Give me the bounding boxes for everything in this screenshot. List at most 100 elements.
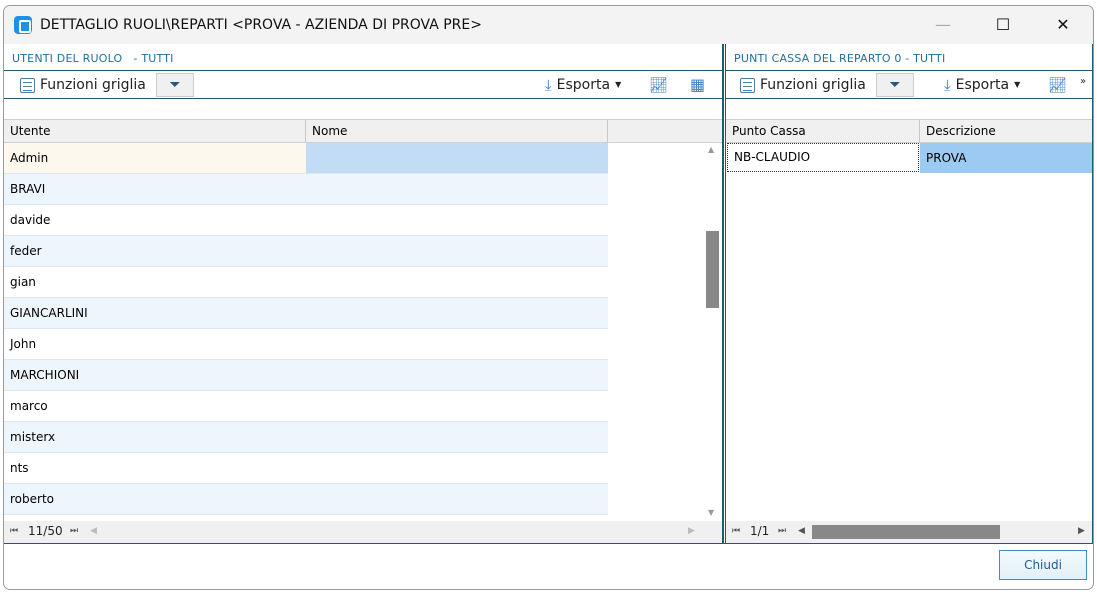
list-icon bbox=[740, 77, 755, 93]
scroll-left-icon[interactable]: ◀ bbox=[90, 526, 97, 536]
cell-utente[interactable]: misterx bbox=[4, 422, 306, 452]
page-indicator: 1/1 bbox=[750, 524, 770, 538]
cell-nome[interactable] bbox=[306, 267, 608, 297]
column-header-punto-cassa[interactable]: Punto Cassa bbox=[726, 120, 920, 143]
grid-functions-label: Funzioni griglia bbox=[40, 77, 146, 93]
export-button[interactable]: ⤓ Esporta ▼ bbox=[944, 74, 1020, 96]
filter-button[interactable]: ⏷ bbox=[156, 73, 194, 97]
table-row[interactable]: roberto bbox=[4, 484, 608, 515]
filter-button[interactable]: ⏷ bbox=[876, 73, 914, 97]
last-page-icon[interactable]: ⏭ bbox=[70, 526, 78, 536]
users-toolbar: Funzioni griglia ⏷ ⤓ Esporta ▼ 📈︎ ▦ bbox=[4, 70, 722, 99]
cash-points-panel: PUNTI CASSA DEL REPARTO 0 - TUTTI Funzio… bbox=[725, 44, 1093, 543]
cell-utente[interactable]: John bbox=[4, 329, 306, 359]
export-label: Esporta bbox=[955, 77, 1010, 93]
table-row[interactable]: NB-CLAUDIO PROVA bbox=[726, 143, 1092, 174]
cell-nome[interactable] bbox=[306, 205, 608, 235]
filter-icon: ⏷ bbox=[889, 77, 901, 93]
cell-utente[interactable]: davide bbox=[4, 205, 306, 235]
cell-nome[interactable] bbox=[306, 143, 608, 173]
filter-icon: ⏷ bbox=[169, 77, 181, 93]
scroll-right-icon[interactable]: ▶ bbox=[1078, 526, 1085, 536]
cell-nome[interactable] bbox=[306, 236, 608, 266]
cell-utente[interactable]: gian bbox=[4, 267, 306, 297]
dialog-window: DETTAGLIO RUOLI\REPARTI <PROVA - AZIENDA… bbox=[3, 5, 1094, 590]
table-row[interactable]: gian bbox=[4, 267, 608, 298]
column-header-utente[interactable]: Utente bbox=[4, 120, 306, 143]
table-row[interactable]: marco bbox=[4, 391, 608, 422]
title-bar: DETTAGLIO RUOLI\REPARTI <PROVA - AZIENDA… bbox=[4, 6, 1093, 44]
cash-points-toolbar: Funzioni griglia ⏷ ⤓ Esporta ▼ 📈︎ » bbox=[726, 70, 1092, 99]
scroll-up-icon[interactable]: ▲ bbox=[708, 145, 714, 154]
last-page-icon[interactable]: ⏭ bbox=[778, 526, 786, 536]
close-button[interactable]: Chiudi bbox=[999, 550, 1087, 580]
table-row[interactable]: MARCHIONI bbox=[4, 360, 608, 391]
table-row[interactable]: BRAVI bbox=[4, 174, 608, 205]
dialog-footer: Chiudi bbox=[4, 543, 1093, 589]
cash-points-grid: Punto Cassa Descrizione NB-CLAUDIO PROVA bbox=[726, 119, 1092, 519]
grid-functions-button[interactable]: Funzioni griglia bbox=[740, 74, 866, 96]
grid-layout-icon: ▦ bbox=[690, 75, 706, 94]
cell-utente[interactable]: Admin bbox=[4, 143, 306, 173]
chevrons-right-icon: » bbox=[1080, 76, 1087, 87]
cell-utente[interactable]: feder bbox=[4, 236, 306, 266]
scroll-thumb[interactable] bbox=[706, 231, 719, 308]
chart-icon: 📈︎ bbox=[1048, 76, 1068, 94]
table-row[interactable]: nts bbox=[4, 453, 608, 484]
cell-utente[interactable]: roberto bbox=[4, 484, 306, 514]
grid-functions-button[interactable]: Funzioni griglia bbox=[20, 74, 146, 96]
minimize-button[interactable]: — bbox=[920, 12, 966, 38]
chart-button[interactable]: 📈︎ bbox=[1048, 74, 1067, 96]
cell-punto-cassa[interactable]: NB-CLAUDIO bbox=[727, 143, 919, 172]
cell-utente[interactable]: nts bbox=[4, 453, 306, 483]
cell-utente[interactable]: GIANCARLINI bbox=[4, 298, 306, 328]
horizontal-scroll-thumb[interactable] bbox=[812, 525, 1000, 539]
cell-descrizione[interactable]: PROVA bbox=[920, 143, 1092, 173]
table-row[interactable]: misterx bbox=[4, 422, 608, 453]
cash-points-grid-header: Punto Cassa Descrizione bbox=[726, 119, 1092, 143]
cell-nome[interactable] bbox=[306, 174, 608, 204]
caret-down-icon: ▼ bbox=[615, 80, 622, 89]
scroll-down-icon[interactable]: ▼ bbox=[708, 508, 714, 517]
cash-points-panel-title: PUNTI CASSA DEL REPARTO 0 - TUTTI bbox=[734, 52, 946, 65]
scroll-left-icon[interactable]: ◀ bbox=[798, 526, 805, 536]
users-panel: UTENTI DEL RUOLO - TUTTI Funzioni grigli… bbox=[4, 44, 724, 543]
export-button[interactable]: ⤓ Esporta ▼ bbox=[545, 74, 621, 96]
cell-utente[interactable]: marco bbox=[4, 391, 306, 421]
maximize-button[interactable]: ☐ bbox=[980, 12, 1026, 38]
cell-utente[interactable]: BRAVI bbox=[4, 174, 306, 204]
chart-icon: 📈︎ bbox=[649, 76, 669, 94]
cell-nome[interactable] bbox=[306, 360, 608, 390]
cell-nome[interactable] bbox=[306, 329, 608, 359]
table-row[interactable]: davide bbox=[4, 205, 608, 236]
cash-points-pager: ⏮ 1/1 ⏭ ◀ ▶ bbox=[726, 521, 1092, 543]
window-title: DETTAGLIO RUOLI\REPARTI <PROVA - AZIENDA… bbox=[40, 17, 482, 33]
download-icon: ⤓ bbox=[944, 76, 951, 94]
grid-functions-label: Funzioni griglia bbox=[760, 77, 866, 93]
column-header-descrizione[interactable]: Descrizione bbox=[920, 120, 1092, 143]
caret-down-icon: ▼ bbox=[1014, 80, 1021, 89]
download-icon: ⤓ bbox=[545, 76, 552, 94]
users-pager: ⏮ 11/50 ⏭ ◀ ▶ bbox=[4, 521, 722, 543]
chart-button[interactable]: 📈︎ bbox=[649, 74, 668, 96]
cell-utente[interactable]: MARCHIONI bbox=[4, 360, 306, 390]
scroll-right-icon[interactable]: ▶ bbox=[688, 526, 695, 536]
cell-nome[interactable] bbox=[306, 422, 608, 452]
page-indicator: 11/50 bbox=[28, 524, 63, 538]
cell-nome[interactable] bbox=[306, 484, 608, 514]
cell-nome[interactable] bbox=[306, 453, 608, 483]
table-row[interactable]: feder bbox=[4, 236, 608, 267]
table-row[interactable]: Admin bbox=[4, 143, 608, 174]
export-label: Esporta bbox=[556, 77, 611, 93]
cell-nome[interactable] bbox=[306, 298, 608, 328]
overflow-button[interactable]: » bbox=[1080, 71, 1086, 93]
cell-nome[interactable] bbox=[306, 391, 608, 421]
first-page-icon[interactable]: ⏮ bbox=[732, 526, 740, 536]
close-window-button[interactable]: ✕ bbox=[1040, 12, 1086, 38]
first-page-icon[interactable]: ⏮ bbox=[10, 526, 18, 536]
vertical-scrollbar[interactable]: ▲ ▼ bbox=[704, 143, 720, 519]
layout-button[interactable]: ▦ bbox=[690, 74, 705, 96]
table-row[interactable]: John bbox=[4, 329, 608, 360]
column-header-nome[interactable]: Nome bbox=[306, 120, 608, 143]
table-row[interactable]: GIANCARLINI bbox=[4, 298, 608, 329]
